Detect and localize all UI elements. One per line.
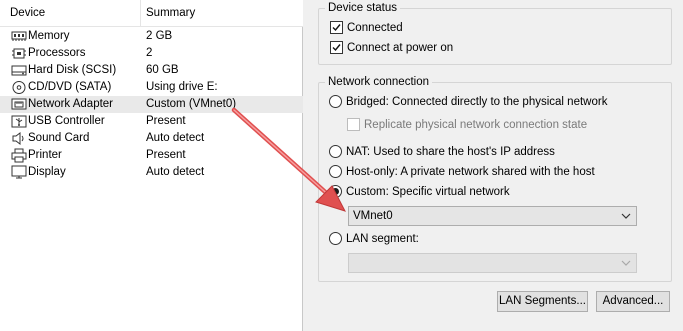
checkbox-box[interactable]: [347, 118, 360, 131]
device-list-header: Device Summary: [0, 0, 303, 27]
radio-button[interactable]: [329, 95, 342, 108]
lan-segments-button[interactable]: LAN Segments...: [497, 291, 588, 312]
device-summary: 60 GB: [146, 64, 179, 76]
device-summary: Custom (VMnet0): [146, 98, 237, 110]
device-list: Memory 2 GB Processors 2 Hard Disk (SCSI…: [0, 28, 303, 181]
device-status-title: Device status: [325, 1, 401, 15]
usb-icon: [11, 114, 27, 129]
device-summary: Using drive E:: [146, 81, 218, 93]
hard-disk-icon: [11, 63, 27, 78]
device-row-printer[interactable]: Printer Present: [0, 147, 303, 164]
device-summary: 2: [146, 47, 153, 59]
radio-button[interactable]: [329, 145, 342, 158]
device-summary: 2 GB: [146, 30, 173, 42]
device-name: Hard Disk (SCSI): [28, 64, 117, 76]
custom-network-value: VMnet0: [353, 210, 393, 222]
device-name: Display: [28, 166, 66, 178]
custom-label: Custom: Specific virtual network: [346, 186, 510, 198]
device-name: CD/DVD (SATA): [28, 81, 112, 93]
chevron-down-icon: [621, 258, 631, 270]
advanced-button[interactable]: Advanced...: [596, 291, 670, 312]
device-row-network-adapter[interactable]: Network Adapter Custom (VMnet0): [0, 96, 303, 113]
radio-button[interactable]: [329, 232, 342, 245]
device-summary: Auto detect: [146, 132, 205, 144]
column-separator[interactable]: [140, 0, 141, 27]
connect-at-power-on-label: Connect at power on: [347, 42, 454, 54]
chevron-down-icon: [621, 211, 631, 223]
network-connection-group: Network connection: [318, 75, 672, 282]
host-only-label: Host-only: A private network shared with…: [346, 166, 595, 178]
device-name: Printer: [28, 149, 62, 161]
device-summary: Present: [146, 149, 186, 161]
checkbox-box[interactable]: [330, 41, 343, 54]
display-icon: [11, 165, 27, 180]
bridged-label: Bridged: Connected directly to the physi…: [346, 96, 608, 108]
sound-icon: [11, 131, 27, 146]
connected-label: Connected: [347, 22, 403, 34]
network-adapter-icon: [11, 97, 27, 112]
replicate-state-label: Replicate physical network connection st…: [364, 119, 588, 131]
lan-segment-label: LAN segment:: [346, 233, 419, 245]
processor-icon: [11, 46, 27, 61]
device-row-cd-dvd[interactable]: CD/DVD (SATA) Using drive E:: [0, 79, 303, 96]
column-header-summary[interactable]: Summary: [146, 0, 195, 27]
network-connection-title: Network connection: [325, 75, 432, 89]
device-name: Processors: [28, 47, 86, 59]
device-row-sound-card[interactable]: Sound Card Auto detect: [0, 130, 303, 147]
radio-button[interactable]: [329, 165, 342, 178]
device-list-panel: Device Summary Memory 2 GB Processors 2 …: [0, 0, 303, 331]
nat-label: NAT: Used to share the host's IP address: [346, 146, 555, 158]
custom-network-select[interactable]: VMnet0: [348, 206, 637, 226]
device-row-processors[interactable]: Processors 2: [0, 45, 303, 62]
lan-segment-select[interactable]: [348, 253, 637, 273]
device-summary: Present: [146, 115, 186, 127]
column-header-device[interactable]: Device: [10, 0, 45, 27]
device-row-display[interactable]: Display Auto detect: [0, 164, 303, 181]
checkbox-box[interactable]: [330, 21, 343, 34]
device-summary: Auto detect: [146, 166, 205, 178]
device-row-memory[interactable]: Memory 2 GB: [0, 28, 303, 45]
printer-icon: [11, 148, 27, 163]
device-row-hard-disk[interactable]: Hard Disk (SCSI) 60 GB: [0, 62, 303, 79]
radio-button[interactable]: [329, 185, 342, 198]
device-name: Network Adapter: [28, 98, 114, 110]
device-name: Sound Card: [28, 132, 90, 144]
device-status-group: Device status Connected Connect at power…: [318, 1, 672, 65]
cd-dvd-icon: [11, 80, 27, 95]
device-name: Memory: [28, 30, 70, 42]
device-name: USB Controller: [28, 115, 105, 127]
device-row-usb-controller[interactable]: USB Controller Present: [0, 113, 303, 130]
memory-icon: [11, 29, 27, 44]
